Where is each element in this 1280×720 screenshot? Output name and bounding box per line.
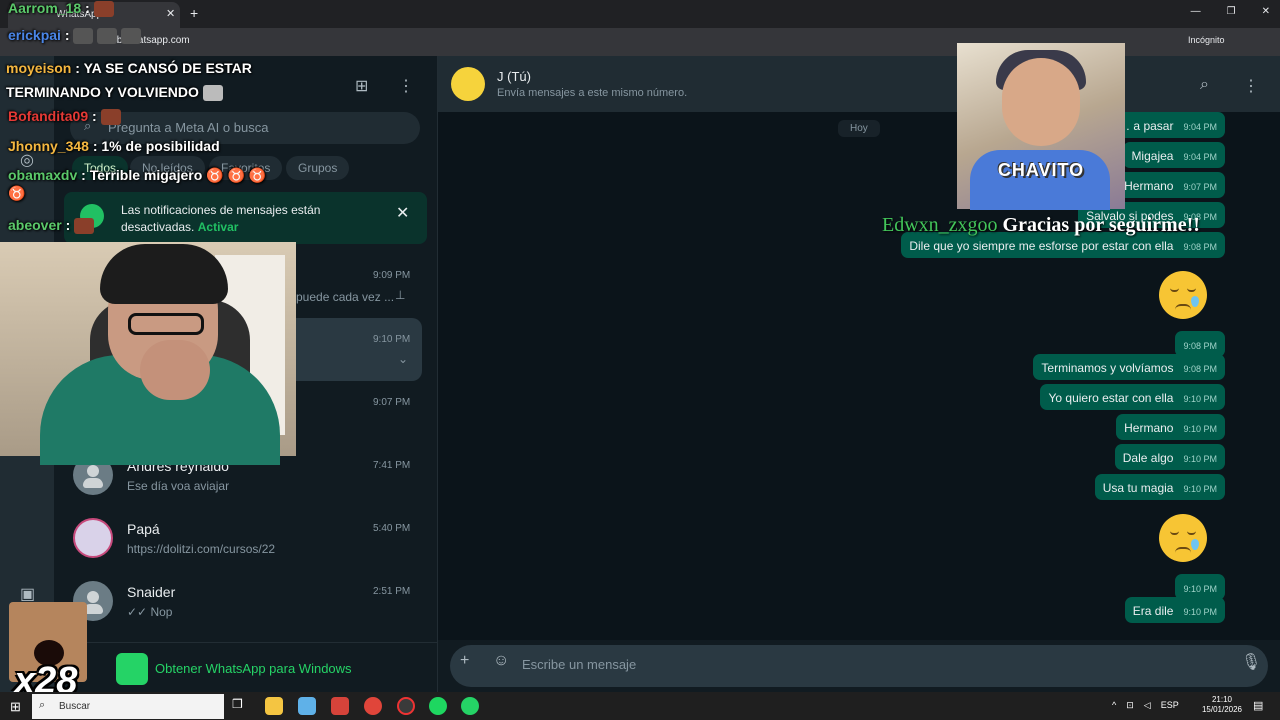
chat-name: Snaider [127,584,176,600]
chat-preview: puede cada vez ... [296,290,395,304]
webcam-person-hand [140,340,210,400]
chrome-icon[interactable] [364,697,382,715]
notification-center-icon[interactable]: ▤ [1253,699,1263,712]
notification-text: Las notificaciones de mensajes están des… [121,203,321,234]
whatsapp-logo-icon [116,653,148,685]
alert-image-label: CHAVITO [997,160,1085,180]
chat-time: 2:51 PM [373,586,411,597]
pin-icon: ⊥ [395,288,406,302]
menu-icon[interactable]: ⋮ [1243,76,1259,96]
message-bubble[interactable]: Dale algo 9:10 PM [1114,444,1225,470]
webcam-person-glasses [128,313,204,335]
sticker-icon[interactable]: ☺ [493,652,509,670]
message-bubble[interactable]: Era dile 9:10 PM [1124,597,1225,623]
chat-time: 5:40 PM [373,523,411,534]
emote [74,218,95,235]
emote [73,28,94,45]
app-icon[interactable] [298,697,316,715]
incognito-indicator[interactable]: Incógnito [1188,35,1225,45]
chevron-up-icon[interactable]: ^ [1112,700,1116,711]
minimize-button[interactable]: — [1191,6,1201,17]
menu-icon[interactable]: ⋮ [398,76,414,96]
network-icon[interactable]: ⊡ [1126,700,1134,711]
message-bubble[interactable]: Usa tu magia 9:10 PM [1094,474,1225,500]
language-indicator[interactable]: ESP [1161,700,1179,711]
day-divider: Hoy [838,120,880,137]
avatar [73,518,113,558]
chat-title[interactable]: J (Tú) [497,69,531,84]
stream-chat-line: obamaxdv : Terrible migajero ♉ ♉ ♉ [8,167,267,183]
emote [121,28,142,45]
chat-preview: Ese día voa aviajar [127,479,230,493]
plus-icon[interactable]: + [460,652,469,670]
search-icon: ⌕ [39,699,46,711]
emote [202,85,223,102]
media-icon[interactable]: ▣ [20,584,35,604]
emote [93,1,114,18]
tab-close-icon[interactable]: ✕ [166,7,175,20]
crying-face-emoji[interactable] [1159,514,1207,562]
spotify-icon[interactable] [429,697,447,715]
file-explorer-icon[interactable] [265,697,283,715]
whatsapp-icon[interactable] [461,697,479,715]
window-controls: — ❐ ✕ [1191,6,1270,17]
chat-time: 9:10 PM [373,334,411,345]
volume-icon[interactable]: ◁ [1144,700,1151,711]
message-bubble[interactable]: Yo quiero estar con ella 9:10 PM [1040,384,1225,410]
chat-name: Papá [127,521,160,537]
chat-preview: https://dolitzi.com/cursos/22 [127,542,276,556]
stream-chat-line: moyeison : YA SE CANSÓ DE ESTAR TERMINAN… [6,60,252,102]
message-bubble[interactable]: Migajea 9:04 PM [1123,142,1225,168]
system-tray: ^ ⊡ ◁ ESP [1112,700,1179,711]
stream-chat-line: abeover : [8,217,95,235]
chat-row[interactable]: Papá https://dolitzi.com/cursos/22 5:40 … [54,511,426,574]
stream-chat-line: Aarrom_18 : [8,0,114,18]
chat-time: 7:41 PM [373,460,411,471]
search-placeholder: Pregunta a Meta AI o busca [108,120,269,135]
stream-chat-line: Bofandita09 : [8,108,121,126]
app-icon[interactable] [331,697,349,715]
message-input[interactable] [522,653,1202,675]
crying-face-emoji[interactable] [1159,271,1207,319]
start-icon[interactable]: ⊞ [10,699,21,715]
taskbar-clock[interactable]: 21:10 15/01/2026 [1196,695,1248,715]
chevron-down-icon[interactable]: ⌄ [398,352,408,366]
filter-grupos[interactable]: Grupos [286,156,350,180]
chat-subtitle: Envía mensajes a este mismo número. [497,87,688,99]
taskbar-search[interactable]: Buscar [32,694,224,719]
new-chat-icon[interactable]: ⊞ [355,76,368,96]
message-bubble[interactable]: Terminamos y volvíamos 9:08 PM [1033,354,1225,380]
chat-time: 9:09 PM [373,270,411,281]
obs-icon[interactable] [397,697,415,715]
emote [97,28,118,45]
alert-child-face [1002,58,1080,146]
microphone-icon[interactable]: 🎙 [1241,652,1261,672]
stream-chat-line: ♉ [8,185,25,202]
close-icon[interactable]: ✕ [396,203,409,223]
chat-time: 9:07 PM [373,397,411,408]
maximize-button[interactable]: ❐ [1227,6,1236,17]
close-window-button[interactable]: ✕ [1262,6,1270,17]
chat-row[interactable]: Snaider ✓✓ Nop 2:51 PM [54,574,426,637]
stream-chat-line: erickpai : [8,27,142,45]
bull-emoji: ♉ ♉ ♉ [206,167,267,183]
chat-header[interactable] [438,56,1280,112]
webcam-person-hair [100,244,228,304]
activate-link[interactable]: Activar [198,220,239,234]
follow-alert-text: Edwxn_zxgoo Gracias por seguirme!! [882,214,1200,236]
get-app-link[interactable]: Obtener WhatsApp para Windows [155,661,352,676]
bull-emoji: ♉ [8,185,26,201]
emote [100,109,121,126]
chat-preview: ✓✓ Nop [127,605,173,619]
message-bubble[interactable]: Hermano 9:10 PM [1116,414,1225,440]
message-bubble[interactable]: Hermano 9:07 PM [1116,172,1225,198]
task-view-icon[interactable]: ❒ [232,697,250,715]
new-tab-button[interactable]: + [190,5,198,21]
search-icon[interactable]: ⌕ [1200,76,1209,94]
stream-chat-line: Jhonny_348 : 1% de posibilidad [8,138,220,154]
avatar[interactable] [451,67,485,101]
